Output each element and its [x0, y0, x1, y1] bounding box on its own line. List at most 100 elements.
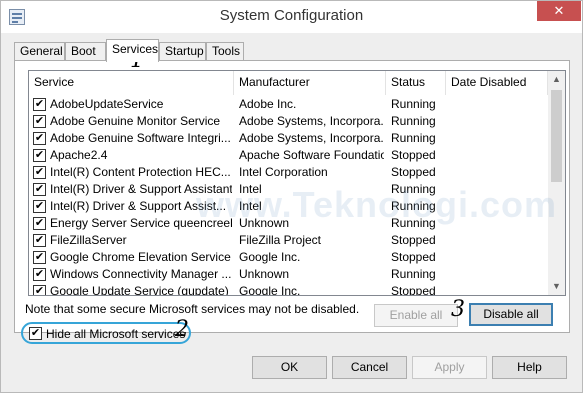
service-name-cell: Intel(R) Driver & Support Assistant	[50, 182, 232, 196]
table-row[interactable]: ✔ Adobe Genuine Monitor Service Adobe Syst…	[29, 113, 548, 130]
manufacturer-cell: Unknown	[239, 216, 290, 230]
ok-button[interactable]: OK	[252, 356, 327, 379]
manufacturer-cell: Apache Software Foundation	[239, 148, 384, 162]
window-title: System Configuration	[219, 7, 364, 24]
status-cell: Running	[391, 182, 436, 196]
service-name-cell: AdobeUpdateService	[50, 97, 164, 111]
table-row[interactable]: ✔ AdobeUpdateService Adobe Inc. Running	[29, 96, 548, 113]
close-button[interactable]: ✕	[537, 1, 581, 21]
service-name-cell: FileZillaServer	[50, 233, 127, 247]
scroll-thumb[interactable]	[551, 90, 562, 182]
manufacturer-cell: FileZilla Project	[239, 233, 322, 247]
service-checkbox[interactable]: ✔	[33, 98, 46, 111]
manufacturer-cell: Intel Corporation	[239, 165, 328, 179]
status-cell: Running	[391, 199, 436, 213]
hide-microsoft-services-checkbox[interactable]: ✔	[29, 327, 42, 340]
help-button[interactable]: Help	[492, 356, 567, 379]
disable-all-button[interactable]: Disable all	[469, 303, 553, 326]
manufacturer-cell: Intel	[239, 182, 262, 196]
scroll-down-icon[interactable]: ▼	[548, 278, 565, 295]
status-cell: Stopped	[391, 233, 436, 247]
column-header-date-disabled[interactable]: Date Disabled	[446, 71, 548, 95]
table-row[interactable]: ✔ Google Update Service (gupdate) Google I…	[29, 283, 548, 296]
enable-all-button[interactable]: Enable all	[374, 304, 458, 327]
column-header-service[interactable]: Service	[29, 71, 234, 95]
column-header-manufacturer[interactable]: Manufacturer	[234, 71, 386, 95]
manufacturer-cell: Adobe Systems, Incorpora...	[239, 114, 384, 128]
service-name-cell: Intel(R) Content Protection HEC...	[50, 165, 231, 179]
annotation-step-3: 3	[451, 297, 465, 322]
service-name-cell: Adobe Genuine Software Integri...	[50, 131, 231, 145]
service-checkbox[interactable]: ✔	[33, 234, 46, 247]
manufacturer-cell: Unknown	[239, 267, 290, 281]
table-row[interactable]: ✔ Intel(R) Driver & Support Assist... Inte…	[29, 198, 548, 215]
status-cell: Running	[391, 131, 436, 145]
date-disabled-cell	[451, 232, 547, 249]
status-cell: Stopped	[391, 250, 436, 264]
date-disabled-cell	[451, 249, 547, 266]
table-row[interactable]: ✔ Adobe Genuine Software Integri... Adobe …	[29, 130, 548, 147]
manufacturer-cell: Adobe Systems, Incorpora...	[239, 131, 384, 145]
system-configuration-window: System Configuration ✕ General Boot Serv…	[0, 0, 583, 393]
tab-boot[interactable]: Boot	[65, 42, 106, 61]
column-header-status[interactable]: Status	[386, 71, 446, 95]
services-list[interactable]: Service Manufacturer Status Date Disable…	[28, 70, 566, 296]
vertical-scrollbar[interactable]: ▲ ▼	[548, 71, 565, 295]
date-disabled-cell	[451, 113, 547, 130]
manufacturer-cell: Google Inc.	[239, 250, 301, 264]
table-row[interactable]: ✔ Windows Connectivity Manager ... Unknown…	[29, 266, 548, 283]
service-name-cell: Windows Connectivity Manager ...	[50, 267, 232, 281]
service-checkbox[interactable]: ✔	[33, 115, 46, 128]
service-checkbox[interactable]: ✔	[33, 149, 46, 162]
annotation-step-2: 2	[175, 317, 189, 342]
service-name-cell: Energy Server Service queencreek	[50, 216, 232, 230]
status-cell: Running	[391, 97, 436, 111]
service-name-cell: Intel(R) Driver & Support Assist...	[50, 199, 227, 213]
date-disabled-cell	[451, 283, 547, 295]
manufacturer-cell: Intel	[239, 199, 262, 213]
date-disabled-cell	[451, 130, 547, 147]
date-disabled-cell	[451, 215, 547, 232]
tab-services[interactable]: Services	[106, 39, 159, 62]
date-disabled-cell	[451, 96, 547, 113]
table-row[interactable]: ✔ Apache2.4 Apache Software Foundation Stop…	[29, 147, 548, 164]
service-checkbox[interactable]: ✔	[33, 200, 46, 213]
status-cell: Running	[391, 114, 436, 128]
table-row[interactable]: ✔ Google Chrome Elevation Service Google I…	[29, 249, 548, 266]
hide-microsoft-services-highlight: ✔ Hide all Microsoft services	[21, 322, 191, 344]
services-tab-panel: Service Manufacturer Status Date Disable…	[14, 48, 570, 344]
date-disabled-cell	[451, 164, 547, 181]
service-checkbox[interactable]: ✔	[33, 251, 46, 264]
table-row[interactable]: ✔ Energy Server Service queencreek Unknown…	[29, 215, 548, 232]
status-cell: Running	[391, 267, 436, 281]
title-bar: System Configuration ✕	[1, 1, 582, 33]
table-row[interactable]: ✔ Intel(R) Content Protection HEC... Intel…	[29, 164, 548, 181]
apply-button[interactable]: Apply	[412, 356, 487, 379]
secure-services-note: Note that some secure Microsoft services…	[25, 302, 360, 316]
service-name-cell: Google Update Service (gupdate)	[50, 284, 229, 296]
service-checkbox[interactable]: ✔	[33, 217, 46, 230]
close-icon: ✕	[553, 3, 565, 18]
service-name-cell: Google Chrome Elevation Service	[50, 250, 231, 264]
tab-startup[interactable]: Startup	[159, 42, 206, 61]
status-cell: Stopped	[391, 148, 436, 162]
scroll-up-icon[interactable]: ▲	[548, 71, 565, 88]
date-disabled-cell	[451, 147, 547, 164]
service-checkbox[interactable]: ✔	[33, 285, 46, 295]
service-checkbox[interactable]: ✔	[33, 132, 46, 145]
tab-tools[interactable]: Tools	[206, 42, 244, 61]
service-checkbox[interactable]: ✔	[33, 183, 46, 196]
table-row[interactable]: ✔ FileZillaServer FileZilla Project Stopped	[29, 232, 548, 249]
service-checkbox[interactable]: ✔	[33, 166, 46, 179]
service-name-cell: Apache2.4	[50, 148, 108, 162]
cancel-button[interactable]: Cancel	[332, 356, 407, 379]
date-disabled-cell	[451, 198, 547, 215]
service-checkbox[interactable]: ✔	[33, 268, 46, 281]
tab-general[interactable]: General	[14, 42, 65, 61]
manufacturer-cell: Google Inc.	[239, 284, 301, 296]
table-row[interactable]: ✔ Intel(R) Driver & Support Assistant Inte…	[29, 181, 548, 198]
status-cell: Running	[391, 216, 436, 230]
date-disabled-cell	[451, 266, 547, 283]
hide-microsoft-services-label[interactable]: Hide all Microsoft services	[46, 325, 185, 343]
manufacturer-cell: Adobe Inc.	[239, 97, 297, 111]
